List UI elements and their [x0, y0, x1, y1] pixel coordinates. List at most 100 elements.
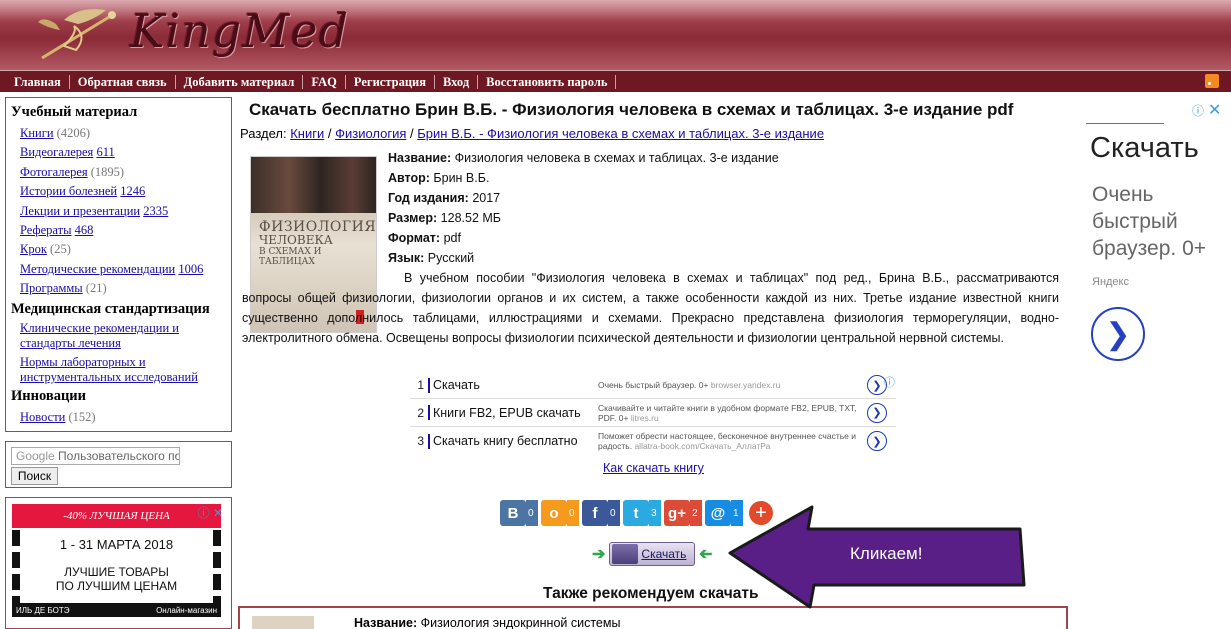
text-ads-block: 1 Скачать Очень быстрый браузер. 0+ brow…: [410, 372, 896, 456]
sidebar-link-clinical[interactable]: Клинические рекомендации и стандарты леч…: [20, 321, 226, 352]
google-plus-icon: g+: [664, 500, 690, 526]
nav-faq[interactable]: FAQ: [303, 74, 346, 89]
sidebar-count-link[interactable]: 1006: [178, 262, 203, 276]
sidebar-link-case-histories[interactable]: Истории болезней: [20, 184, 117, 198]
ad-banner-top: -40% ЛУЧШАЯ ЦЕНА: [12, 504, 221, 528]
sidebar-link-video[interactable]: Видеогалерея: [20, 145, 93, 159]
search-input[interactable]: Google Пользовательского по: [11, 447, 180, 465]
sidebar-link-lab-norms[interactable]: Нормы лабораторных и инструментальных ис…: [20, 355, 226, 386]
vk-icon: В: [500, 500, 526, 526]
download-row: ➔ Скачать ➔: [592, 542, 713, 566]
sidebar-heading-innovations: Инновации: [11, 387, 87, 404]
field-title: Название: Физиология человека в схемах и…: [388, 151, 779, 165]
sidebar-link-krok[interactable]: Крок: [20, 242, 47, 256]
chevron-right-icon[interactable]: ❯: [867, 402, 887, 423]
logo-text[interactable]: KingMed: [130, 4, 349, 58]
field-label: Язык:: [388, 251, 425, 265]
field-value: pdf: [443, 231, 461, 245]
nav-add-material[interactable]: Добавить материал: [176, 74, 304, 89]
ad-dates: 1 - 31 МАРТА 2018: [59, 537, 174, 552]
sidebar-link-news[interactable]: Новости: [20, 410, 65, 424]
ad-domain: litres.ru: [630, 412, 659, 423]
ad-divider: [428, 377, 430, 393]
share-facebook[interactable]: f0: [582, 500, 620, 526]
sidebar-link-guidelines[interactable]: Методические рекомендации: [20, 262, 175, 276]
sidebar-categories: Учебный материал Книги (4206) Видеогалер…: [5, 97, 232, 432]
field-label: Название:: [354, 616, 418, 629]
ad-title[interactable]: Книги FB2, EPUB скачать: [433, 406, 598, 420]
sidebar-advertisement[interactable]: -40% ЛУЧШАЯ ЦЕНА ⓘ ✕ 1 - 31 МАРТА 2018 Л…: [5, 497, 232, 629]
field-label: Размер:: [388, 211, 438, 225]
ad-divider: [428, 433, 430, 449]
sidebar-count-link[interactable]: 468: [75, 223, 94, 237]
sidebar-count-link[interactable]: 2335: [143, 204, 168, 218]
caduceus-logo-icon[interactable]: [34, 6, 124, 64]
sidebar-count: (1895): [90, 164, 125, 179]
sidebar-link-lectures[interactable]: Лекции и презентации: [20, 204, 140, 218]
share-count: 3: [649, 500, 661, 526]
breadcrumb: Раздел: Книги / Физиология / Брин В.Б. -…: [240, 126, 825, 141]
ad-info-icon[interactable]: ⓘ: [884, 374, 896, 389]
share-count: 2: [690, 500, 702, 526]
site-header: KingMed: [0, 0, 1231, 70]
ad-line2: ПО ЛУЧШИМ ЦЕНАМ: [55, 579, 178, 593]
ad-row-2[interactable]: 2 Книги FB2, EPUB скачать Скачивайте и ч…: [410, 399, 896, 427]
ad-brand-bar: ИЛЬ ДЕ БОТЭ Онлайн-магазин: [12, 603, 221, 617]
share-count: 0: [526, 500, 538, 526]
field-language: Язык: Русский: [388, 251, 474, 265]
sidebar-count: (21): [85, 281, 107, 296]
right-advertisement[interactable]: ⓘ ✕ Скачать Очень быстрый браузер. 0+ Ян…: [1082, 96, 1231, 629]
sidebar-item-essays: Рефераты 468: [20, 221, 226, 240]
how-to-download-link[interactable]: Как скачать книгу: [603, 461, 704, 475]
sidebar-item-clinical: Клинические рекомендации и стандарты леч…: [20, 321, 226, 352]
sidebar-count-link[interactable]: 611: [96, 145, 114, 159]
ad-line1: ЛУЧШИЕ ТОВАРЫ: [64, 565, 169, 579]
breadcrumb-books[interactable]: Книги: [290, 126, 324, 141]
arrow-right-icon: ➔: [592, 546, 606, 563]
ad-number: 3: [417, 434, 424, 448]
ad-number: 1: [417, 378, 424, 392]
book-description: В учебном пособии "Физиология человека в…: [242, 268, 1059, 348]
chevron-right-icon[interactable]: ❯: [1091, 307, 1145, 361]
chevron-right-icon[interactable]: ❯: [867, 431, 887, 451]
ad-info-icon[interactable]: ⓘ ✕: [198, 504, 223, 521]
sidebar-link-photo[interactable]: Фотогалерея: [20, 165, 88, 179]
ad-divider: [1086, 123, 1164, 124]
share-vk[interactable]: В0: [500, 500, 538, 526]
share-google-plus[interactable]: g+ 2: [664, 500, 702, 526]
breadcrumb-physiology[interactable]: Физиология: [335, 126, 406, 141]
right-ad-source: Яндекс: [1092, 276, 1129, 288]
sidebar-item-krok: Крок (25): [20, 240, 226, 259]
ad-title[interactable]: Скачать книгу бесплатно: [433, 434, 598, 448]
nav-feedback[interactable]: Обратная связь: [70, 74, 176, 89]
recommended-book-card[interactable]: Название: Физиология эндокринной системы: [238, 606, 1068, 629]
download-button[interactable]: Скачать: [609, 542, 696, 566]
sidebar-link-essays[interactable]: Рефераты: [20, 223, 71, 237]
nav-restore-password[interactable]: Восстановить пароль: [478, 74, 617, 89]
sidebar-item-photo: Фотогалерея (1895): [20, 163, 226, 182]
nav-home[interactable]: Главная: [6, 74, 70, 89]
search-button[interactable]: Поиск: [11, 467, 58, 485]
sidebar-link-books[interactable]: Книги: [20, 126, 54, 140]
sidebar-link-programs[interactable]: Программы: [20, 281, 83, 295]
ad-brand: ИЛЬ ДЕ БОТЭ: [16, 605, 70, 615]
ad-info-icon[interactable]: ⓘ: [1192, 102, 1204, 119]
share-twitter[interactable]: t3: [623, 500, 661, 526]
sidebar-item-video: Видеогалерея 611: [20, 143, 226, 162]
ad-title[interactable]: Скачать: [433, 378, 598, 392]
share-odnoklassniki[interactable]: о0: [541, 500, 579, 526]
sidebar-item-programs: Программы (21): [20, 279, 226, 298]
close-icon[interactable]: ✕: [1208, 100, 1221, 120]
search-placeholder: Пользовательского по: [58, 449, 180, 463]
ad-row-1[interactable]: 1 Скачать Очень быстрый браузер. 0+ brow…: [410, 372, 896, 399]
nav-register[interactable]: Регистрация: [346, 74, 435, 89]
cover-subtitle: В СХЕМАХ И ТАБЛИЦАХ: [259, 247, 322, 267]
right-ad-title[interactable]: Скачать: [1090, 132, 1199, 165]
ad-row-3[interactable]: 3 Скачать книгу бесплатно Поможет обрест…: [410, 427, 896, 455]
breadcrumb-current[interactable]: Брин В.Б. - Физиология человека в схемах…: [417, 126, 824, 141]
sidebar-count-link[interactable]: 1246: [120, 184, 145, 198]
rss-icon[interactable]: [1205, 74, 1219, 88]
ad-number: 2: [417, 405, 424, 420]
download-label: Скачать: [641, 547, 687, 561]
nav-login[interactable]: Вход: [435, 74, 479, 89]
